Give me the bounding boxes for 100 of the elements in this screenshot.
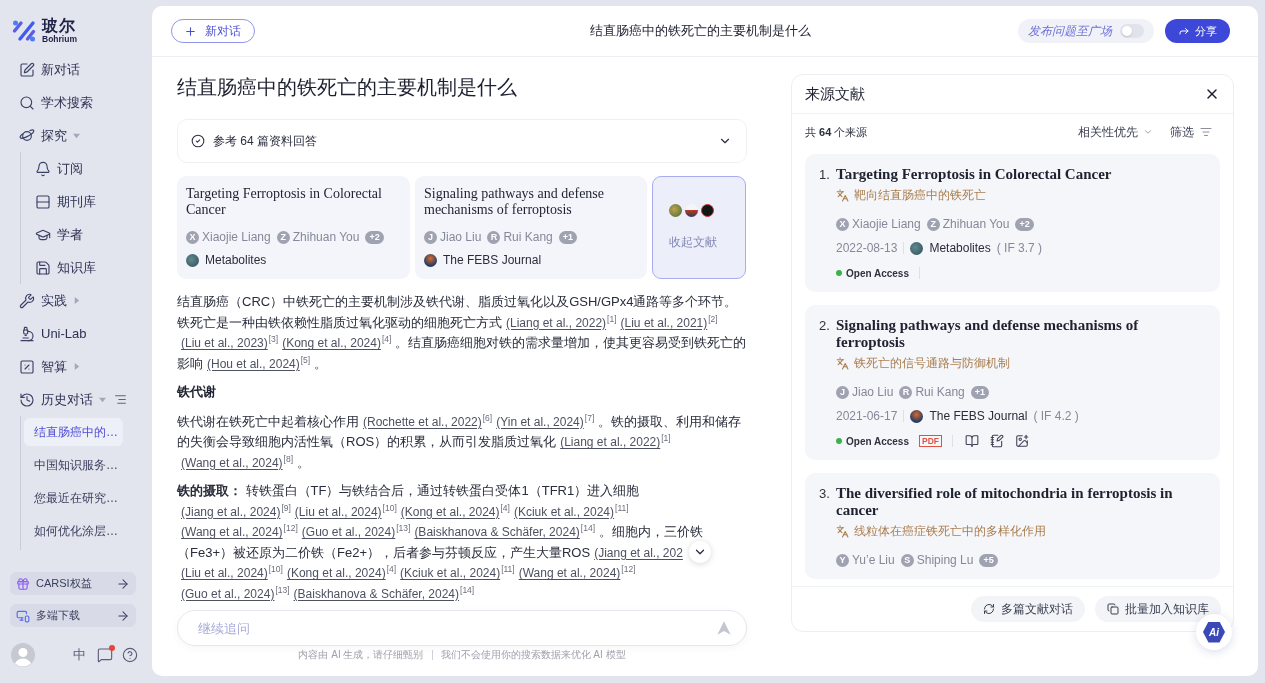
- more-authors-count: +1: [558, 230, 577, 244]
- follow-up-input[interactable]: 继续追问: [177, 610, 747, 646]
- publish-date: 2021-06-17: [836, 409, 898, 423]
- chat-icon[interactable]: [97, 647, 113, 663]
- journal-logo-icon: [186, 253, 199, 267]
- answer-heading: 铁代谢: [177, 383, 217, 401]
- promo-link[interactable]: 多端下载: [10, 604, 136, 627]
- journal-logo-icon: [910, 409, 924, 423]
- citation-link[interactable]: (Liang et al., 2022): [506, 315, 607, 330]
- add-to-library-button[interactable]: 批量加入知识库: [1095, 596, 1221, 622]
- promo-link[interactable]: CARSI权益: [10, 572, 136, 595]
- citation-link[interactable]: (Liang et al., 2022): [560, 435, 661, 449]
- citation-link[interactable]: (Jiang et al., 202: [594, 545, 683, 560]
- multi-document-chat-button[interactable]: 多篇文献对话: [971, 596, 1085, 622]
- citation-link[interactable]: (Kong et al., 2024): [400, 504, 500, 519]
- author-name: Zhihuan You: [292, 230, 360, 244]
- more-authors-count: +1: [970, 385, 989, 399]
- source-card[interactable]: 2. Signaling pathways and defense mechanisms of ferroptosis 铁死亡的信号通路与防御机制 J Jiao Liu R Rui Kang +1 2021-06-17 The FEBS Journal ( IF 4.2 ) Open Access PDF: [805, 305, 1220, 460]
- filter-icon: [1200, 126, 1212, 138]
- reference-card[interactable]: Targeting Ferroptosis in Colorectal Cancer X Xiaojie Liang Z Zhihuan You +2 Metabolites: [177, 176, 410, 279]
- nav-item[interactable]: 探究: [19, 122, 80, 149]
- publish-label: 发布问题至广场: [1028, 22, 1112, 40]
- translate-icon: [836, 188, 849, 202]
- history-item[interactable]: 您最近在研究…: [24, 484, 123, 512]
- citation-link[interactable]: (Guo et al., 2024): [301, 525, 396, 539]
- help-icon[interactable]: [122, 647, 138, 663]
- author-name: Xiaojie Liang: [202, 230, 271, 244]
- history-item[interactable]: 结直肠癌中的…: [24, 418, 123, 446]
- close-icon[interactable]: [1204, 86, 1220, 102]
- citation-link[interactable]: (Kong et al., 2024): [282, 336, 381, 350]
- refresh-icon: [983, 603, 995, 615]
- author-name: Zhihuan You: [942, 217, 1010, 231]
- source-card[interactable]: 1. Targeting Ferroptosis in Colorectal Cancer 靶向结直肠癌中的铁死亡 X Xiaojie Liang Z Zhihuan You +2 2022-08-13 Metabolites ( IF 3.7 ) Open Access: [805, 154, 1220, 292]
- author-initial: J: [836, 385, 849, 399]
- nav-item[interactable]: 智算: [19, 353, 80, 380]
- reference-card[interactable]: Signaling pathways and defense mechanisms of ferroptosis J Jiao Liu R Rui Kang +1 The FEBS Journal: [415, 176, 647, 279]
- disclaimer-text: 我们不会使用你的搜索数据来优化 AI 模型: [440, 649, 626, 661]
- filter-button[interactable]: 筛选: [1170, 124, 1212, 140]
- source-title[interactable]: Targeting Ferroptosis in Colorectal Cancer: [836, 166, 1112, 183]
- more-authors-count: +2: [1015, 217, 1034, 231]
- book-icon[interactable]: [965, 434, 979, 448]
- references-toggle[interactable]: 参考 64 篇资料回答: [177, 119, 747, 163]
- author-initial: Y: [836, 553, 849, 567]
- citation-link[interactable]: (Liu et al., 2023): [181, 336, 268, 350]
- history-item[interactable]: 中国知识服务…: [24, 451, 123, 479]
- source-count: 共 64 个来源: [805, 124, 868, 140]
- square-pen-icon: [19, 61, 35, 78]
- history-item[interactable]: 如何优化涂层…: [24, 517, 123, 545]
- sort-dropdown[interactable]: 相关性优先: [1078, 124, 1153, 140]
- source-card[interactable]: 3. The diversified role of mitochondria in ferroptosis in cancer 线粒体在癌症铁死亡中的多样化作用 Y Yu’e Liu S Shiping Lu +5: [805, 473, 1220, 579]
- source-title[interactable]: Signaling pathways and defense mechanisms of ferroptosis: [836, 317, 1206, 351]
- author-name: Shiping Lu: [916, 553, 974, 567]
- ai-assistant-button[interactable]: Ai: [1196, 614, 1232, 650]
- citation-link[interactable]: (Liu et al., 2024): [294, 504, 382, 519]
- share-button[interactable]: 分享: [1165, 19, 1230, 43]
- nav-item[interactable]: 实践: [19, 287, 80, 314]
- citation-link[interactable]: (Yin et al., 2024): [496, 414, 584, 429]
- nav-item[interactable]: Uni-Lab: [19, 320, 87, 347]
- open-access-label: Open Access: [846, 435, 909, 447]
- nav-item[interactable]: 学术搜索: [19, 89, 93, 116]
- citation-link[interactable]: (Wang et al., 2024): [181, 455, 283, 470]
- author-initial: R: [899, 385, 913, 399]
- citation-link[interactable]: (Rochette et al., 2022): [363, 414, 482, 429]
- author-initial: Z: [276, 230, 290, 244]
- new-chat-button[interactable]: 新对话: [171, 19, 255, 43]
- citation-link[interactable]: (Hou et al., 2024): [207, 356, 300, 371]
- translated-title: 铁死亡的信号通路与防御机制: [854, 355, 1010, 372]
- answer-paragraph: 铁的摄取： 转铁蛋白（TF）与铁结合后，通过转铁蛋白受体1（TFR1）进入细胞 (Jiang et al., 2024)$^{[9]}$ (Liu et al., 2024)$^{[10]}$ (Kong et al., 2024)$^{[4]}$ (Kciuk et al., 2024)$^{[11]}$ (Wang et al., 2024)$^{[12]}$ (Guo et al., 2024)$^{[13]}$ (Baiskhanova & Schäfer, 2024)$^{[14]}$ 。细胞内，三价铁（Fe3+）被还原为二价铁（Fe2+），后者参与芬顿反应，产生大量ROS (Jiang et al., 202 (Liu et al., 2024)$^{[10]}$ (Kong et al., 2024)$^{[4]}$ (Kciuk et al., 2024)$^{[11]}$ (Wang et al., 2024)$^{[12]}$ (Guo et al., 2024)$^{[13]}$ (Baiskhanova & Schäfer, 2024)$^{[14]}$: [177, 481, 747, 604]
- citation-link[interactable]: (Kong et al., 2024): [286, 566, 386, 580]
- plus-icon: [184, 24, 197, 38]
- nav-item[interactable]: 历史对话: [19, 386, 106, 413]
- language-button[interactable]: 中: [73, 646, 86, 664]
- more-authors-count: +5: [979, 553, 998, 567]
- citation-link[interactable]: (Baiskhanova & Schäfer, 2024): [293, 586, 459, 601]
- journal-name: The FEBS Journal: [443, 253, 542, 267]
- journal-logo-icon: [669, 204, 682, 217]
- author-initial: J: [424, 230, 437, 244]
- image-plus-icon[interactable]: [1015, 434, 1029, 448]
- citation-link[interactable]: (Guo et al., 2024): [181, 586, 275, 601]
- scroll-down-button[interactable]: [688, 541, 711, 564]
- citation-link[interactable]: (Wang et al., 2024): [181, 525, 283, 539]
- citation-link[interactable]: (Baiskhanova & Schäfer, 2024): [414, 525, 580, 539]
- citation-link[interactable]: (Wang et al., 2024): [518, 566, 621, 580]
- citation-link[interactable]: (Kciuk et al., 2024): [513, 504, 614, 519]
- nav-item[interactable]: 订阅: [35, 155, 83, 182]
- citation-link[interactable]: (Liu et al., 2024): [181, 566, 268, 580]
- note-icon[interactable]: [990, 434, 1004, 448]
- pdf-badge[interactable]: PDF: [919, 435, 942, 447]
- nav-item[interactable]: 新对话: [19, 56, 80, 83]
- list-icon[interactable]: [114, 393, 127, 406]
- nav-item[interactable]: 期刊库: [35, 188, 96, 215]
- citation-link[interactable]: (Liu et al., 2021): [620, 315, 708, 330]
- source-title[interactable]: The diversified role of mitochondria in ferroptosis in cancer: [836, 485, 1206, 519]
- nav-item[interactable]: 知识库: [35, 254, 96, 281]
- citation-link[interactable]: (Kciuk et al., 2024): [400, 566, 501, 580]
- publish-toggle[interactable]: [1120, 24, 1144, 38]
- citation-link[interactable]: (Jiang et al., 2024): [181, 504, 281, 519]
- source-number: 3.: [819, 485, 831, 502]
- nav-item[interactable]: 学者: [35, 221, 83, 248]
- disclaimer-text: 内容由 AI 生成，请仔细甄别: [298, 649, 424, 661]
